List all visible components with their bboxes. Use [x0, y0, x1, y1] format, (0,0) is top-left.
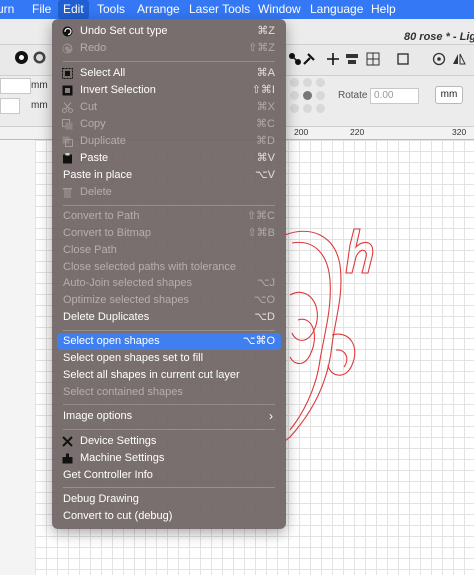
- menu-file[interactable]: File: [32, 0, 51, 19]
- vertical-ruler: [0, 140, 36, 575]
- menu-item-delete[interactable]: Delete: [57, 184, 281, 201]
- anchor-point[interactable]: [316, 91, 325, 100]
- menu-laser-tools[interactable]: Laser Tools: [189, 0, 250, 19]
- grid-icon[interactable]: [366, 52, 380, 69]
- select-all-icon: [62, 68, 73, 79]
- menu-bar: urn File Edit Tools Arrange Laser Tools …: [0, 0, 474, 19]
- menu-item-select-contained[interactable]: Select contained shapes: [57, 384, 281, 401]
- menu-language[interactable]: Language: [310, 0, 363, 19]
- rose-artwork[interactable]: [280, 225, 380, 445]
- anchor-point[interactable]: [290, 91, 299, 100]
- paste-icon: [63, 153, 72, 164]
- rotate-label: Rotate: [338, 90, 368, 101]
- menu-item-select-open-shapes-fill[interactable]: Select open shapes set to fill: [57, 350, 281, 367]
- menu-item-paste[interactable]: Paste ⌘V: [57, 150, 281, 167]
- undo-icon: [62, 26, 73, 37]
- circle-outline-tool-icon[interactable]: [32, 50, 47, 68]
- node-tool-icon[interactable]: [288, 52, 302, 69]
- menu-item-device-settings[interactable]: Device Settings: [57, 433, 281, 450]
- edit-menu-dropdown: Undo Set cut type ⌘Z Redo ⇧⌘Z Select All…: [52, 19, 286, 529]
- ruler-tick: 320: [452, 127, 467, 137]
- menu-item-select-open-shapes[interactable]: Select open shapes ⌥⌘O: [57, 333, 281, 350]
- menu-separator: [63, 487, 275, 488]
- duplicate-icon: [62, 136, 73, 147]
- menu-item-select-all[interactable]: Select All ⌘A: [57, 65, 281, 82]
- menu-separator: [63, 330, 275, 331]
- menu-item-undo[interactable]: Undo Set cut type ⌘Z: [57, 23, 281, 40]
- menu-item-close-paths-tolerance[interactable]: Close selected paths with tolerance: [57, 259, 281, 276]
- menu-item-controller-info[interactable]: Get Controller Info: [57, 467, 281, 484]
- anchor-point[interactable]: [316, 78, 325, 87]
- menu-tools[interactable]: Tools: [97, 0, 125, 19]
- redo-icon: [62, 43, 73, 54]
- menu-separator: [63, 205, 275, 206]
- anchor-point[interactable]: [290, 78, 299, 87]
- invert-selection-icon: [62, 85, 73, 96]
- anchor-point[interactable]: [290, 104, 299, 113]
- mirror-icon[interactable]: [452, 52, 466, 69]
- circle-tool-icon[interactable]: [14, 50, 29, 68]
- chevron-right-icon: ›: [269, 409, 273, 423]
- menu-item-convert-to-path[interactable]: Convert to Path ⇧⌘C: [57, 208, 281, 225]
- menu-separator: [63, 61, 275, 62]
- target-icon[interactable]: [432, 52, 446, 69]
- menu-app[interactable]: urn: [0, 0, 14, 19]
- menu-help[interactable]: Help: [371, 0, 396, 19]
- anchor-point[interactable]: [303, 104, 312, 113]
- menu-item-image-options[interactable]: Image options ›: [57, 408, 281, 425]
- trash-icon: [63, 188, 72, 198]
- copy-icon: [62, 119, 73, 130]
- tools-icon: [62, 436, 73, 447]
- move-tool-icon[interactable]: [326, 52, 340, 69]
- menu-item-copy[interactable]: Copy ⌘C: [57, 116, 281, 133]
- menu-window[interactable]: Window: [258, 0, 301, 19]
- unit-toggle-button[interactable]: mm: [435, 86, 463, 104]
- menu-item-select-all-in-layer[interactable]: Select all shapes in current cut layer: [57, 367, 281, 384]
- menu-item-machine-settings[interactable]: Machine Settings: [57, 450, 281, 467]
- y-position-field[interactable]: [0, 98, 20, 114]
- anchor-point[interactable]: [316, 104, 325, 113]
- scissors-icon: [62, 102, 73, 113]
- menu-item-paste-in-place[interactable]: Paste in place ⌥V: [57, 167, 281, 184]
- menu-item-auto-join[interactable]: Auto-Join selected shapes ⌥J: [57, 275, 281, 292]
- y-unit-label: mm: [31, 100, 48, 111]
- menu-item-optimize-shapes[interactable]: Optimize selected shapes ⌥O: [57, 292, 281, 309]
- align-icon[interactable]: [345, 52, 359, 69]
- frame-icon[interactable]: [396, 52, 410, 69]
- menu-item-cut[interactable]: Cut ⌘X: [57, 99, 281, 116]
- anchor-point-selected[interactable]: [303, 91, 312, 100]
- machine-icon: [62, 453, 73, 464]
- menu-separator: [63, 429, 275, 430]
- menu-arrange[interactable]: Arrange: [137, 0, 180, 19]
- ruler-tick: 220: [350, 127, 365, 137]
- rotate-field[interactable]: 0.00: [370, 88, 419, 104]
- window-title: 80 rose * - Lig: [404, 31, 474, 43]
- menu-item-delete-duplicates[interactable]: Delete Duplicates ⌥D: [57, 309, 281, 326]
- ruler-tick: 200: [294, 127, 309, 137]
- menu-item-convert-to-bitmap[interactable]: Convert to Bitmap ⇧⌘B: [57, 225, 281, 242]
- menu-item-convert-to-cut-debug[interactable]: Convert to cut (debug): [57, 508, 281, 525]
- menu-item-redo[interactable]: Redo ⇧⌘Z: [57, 40, 281, 57]
- menu-item-duplicate[interactable]: Duplicate ⌘D: [57, 133, 281, 150]
- menu-item-close-path[interactable]: Close Path: [57, 242, 281, 259]
- anchor-point[interactable]: [303, 78, 312, 87]
- x-unit-label: mm: [31, 80, 48, 91]
- menu-item-invert-selection[interactable]: Invert Selection ⇧⌘I: [57, 82, 281, 99]
- wrench-icon[interactable]: [302, 52, 316, 69]
- menu-edit[interactable]: Edit: [58, 0, 89, 19]
- menu-separator: [63, 404, 275, 405]
- menu-item-debug-drawing[interactable]: Debug Drawing: [57, 491, 281, 508]
- x-position-field[interactable]: [0, 78, 31, 94]
